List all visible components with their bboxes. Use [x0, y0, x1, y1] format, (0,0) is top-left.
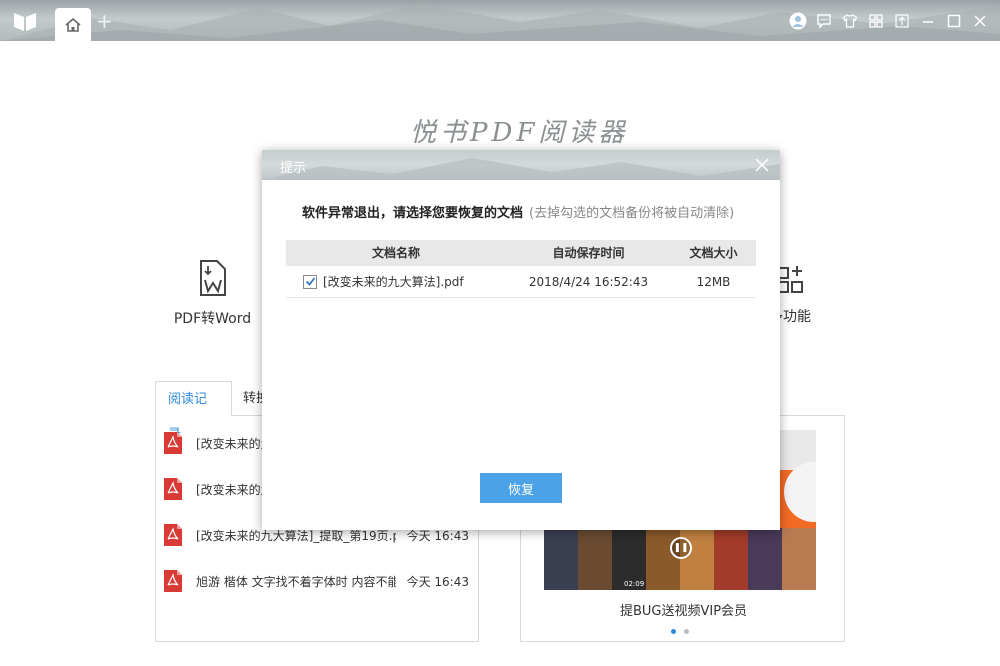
dialog-header: 提示 [262, 150, 780, 180]
message-icon [817, 14, 831, 29]
close-icon [755, 158, 769, 172]
skin-button[interactable] [840, 11, 860, 31]
dialog-header-mountains [262, 158, 780, 180]
pdf-file-icon [164, 478, 182, 500]
checkmark-icon [305, 277, 315, 286]
record-name: 旭游 楷体 文字找不着字体时 内容不能... [196, 574, 396, 589]
pdf-file-icon [164, 432, 182, 454]
column-header-size: 文档大小 [689, 246, 738, 260]
dialog-title: 提示 [280, 161, 307, 176]
document-save-time: 2018/4/24 16:52:43 [528, 274, 649, 289]
window-controls [788, 10, 990, 32]
dialog-message: 软件异常退出，请选择您要恢复的文档 (去掉勾选的文档备份将被自动清除) [302, 202, 734, 221]
feature-label: PDF转Word [173, 311, 252, 327]
maximize-button[interactable] [944, 11, 964, 31]
poster [544, 528, 578, 590]
feedback-button[interactable] [814, 11, 834, 31]
table-header: 文档名称 自动保存时间 文档大小 [286, 240, 756, 266]
poster [578, 528, 612, 590]
column-header-name: 文档名称 [371, 246, 420, 260]
dialog-hint: (去掉勾选的文档备份将被自动清除) [529, 206, 735, 221]
carousel-dots [671, 629, 689, 634]
dialog-close-button[interactable] [752, 155, 772, 175]
close-icon [974, 15, 986, 27]
cell-name: [改变未来的九大算法].pdf [286, 273, 506, 290]
title-bar: + [0, 0, 1000, 41]
column-header-time: 自动保存时间 [552, 246, 625, 260]
pdf-file-icon [164, 570, 182, 592]
video-time: 02:09 [624, 580, 645, 588]
tab-home[interactable] [55, 8, 91, 41]
app-title: 悦书PDF阅读器 [410, 118, 629, 148]
poster [748, 528, 782, 590]
minimize-icon [923, 21, 933, 23]
apps-button[interactable] [866, 11, 886, 31]
pdf-to-word-icon [199, 260, 226, 296]
tshirt-icon [842, 14, 858, 28]
document-size: 12MB [696, 274, 731, 289]
carousel-dot[interactable] [684, 629, 689, 634]
app-logo-icon [14, 13, 36, 31]
maximize-icon [947, 14, 961, 28]
feature-pdf-to-word[interactable]: PDF转Word [165, 258, 260, 328]
add-tab-button[interactable]: + [96, 10, 113, 32]
home-icon [65, 17, 81, 32]
dialog-message-text: 软件异常退出，请选择您要恢复的文档 [302, 206, 524, 221]
user-avatar[interactable] [788, 11, 808, 31]
pause-icon[interactable]: ❚❚ [670, 537, 692, 559]
tab-reading-history[interactable]: 阅读记录 [155, 381, 232, 442]
document-checkbox[interactable] [303, 274, 317, 289]
poster [714, 528, 748, 590]
table-row[interactable]: [改变未来的九大算法].pdf 2018/4/24 16:52:43 12MB [286, 266, 756, 298]
upload-icon [895, 14, 909, 28]
user-icon [789, 12, 807, 30]
close-button[interactable] [970, 11, 990, 31]
carousel-dot-active[interactable] [671, 629, 676, 634]
recovery-dialog: 提示 软件异常退出，请选择您要恢复的文档 (去掉勾选的文档备份将被自动清除) 文档… [262, 150, 780, 530]
poster [782, 528, 816, 590]
restore-button[interactable]: 恢复 [480, 473, 562, 503]
record-time: 今天 16:43 [406, 574, 469, 589]
recovery-table: 文档名称 自动保存时间 文档大小 [改变未来的九大算法].pdf 2018/4/… [286, 240, 756, 298]
promo-caption[interactable]: 提BUG送视频VIP会员 [521, 600, 846, 619]
list-item[interactable]: 旭游 楷体 文字找不着字体时 内容不能... 今天 16:43 [155, 558, 479, 604]
pdf-file-icon [164, 524, 182, 546]
grid-icon [869, 14, 883, 28]
document-name: [改变未来的九大算法].pdf [323, 275, 464, 289]
minimize-button[interactable] [918, 11, 938, 31]
upload-button[interactable] [892, 11, 912, 31]
